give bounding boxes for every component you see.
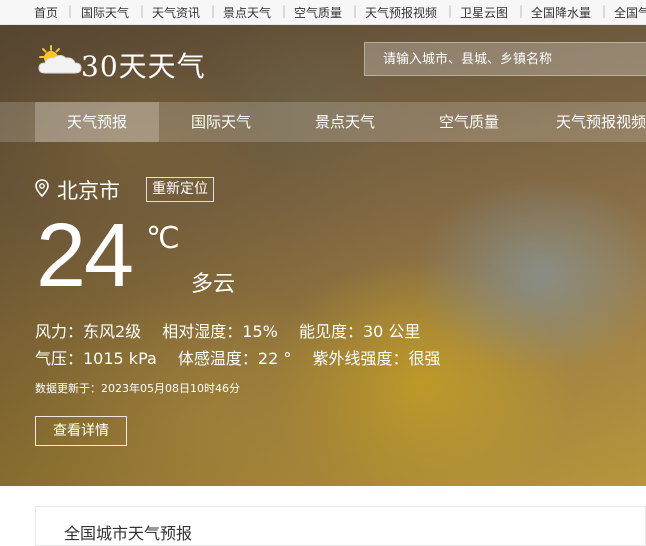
update-timestamp: 数据更新于：2023年05月08日10时46分	[35, 382, 240, 395]
relocate-button[interactable]: 重新定位	[146, 177, 214, 202]
city-forecast-card: 全国城市天气预报	[35, 506, 646, 546]
tab-intl-weather[interactable]: 国际天气	[159, 102, 283, 142]
top-nav-separator: |	[353, 4, 358, 18]
view-details-button[interactable]: 查看详情	[35, 416, 127, 446]
weather-hero: 30天天气 天气预报 国际天气 景点天气 空气质量 天气预报视频 北京市 重新定…	[0, 25, 646, 486]
tab-scenic-weather[interactable]: 景点天气	[283, 102, 407, 142]
sun-cloud-icon	[38, 45, 82, 74]
top-nav-item-weather-news[interactable]: 天气资讯	[152, 4, 200, 21]
top-nav-item-precipitation[interactable]: 全国降水量	[531, 4, 591, 21]
humidity-info: 相对湿度：15%	[162, 322, 278, 341]
search-box	[364, 42, 646, 76]
city-name: 北京市	[57, 179, 120, 203]
top-nav-separator: |	[211, 4, 216, 18]
logo-text: 30天天气	[81, 50, 206, 83]
temperature-unit: ℃	[146, 221, 180, 256]
tab-forecast-video[interactable]: 天气预报视频	[531, 102, 646, 142]
weather-details-row: 气压：1015 kPa 体感温度：22 ° 紫外线强度：很强	[35, 345, 456, 369]
top-nav-item-air-quality[interactable]: 空气质量	[294, 4, 342, 21]
top-nav-separator: |	[448, 4, 453, 18]
weather-condition: 多云	[191, 272, 236, 297]
pressure-info: 气压：1015 kPa	[35, 349, 157, 368]
current-temperature: 24	[36, 206, 134, 306]
top-nav-item-intl-weather[interactable]: 国际天气	[81, 4, 129, 21]
top-nav-item-scenic-weather[interactable]: 景点天气	[223, 4, 271, 21]
weather-details-row: 风力：东风2级 相对湿度：15% 能见度：30 公里	[35, 318, 436, 342]
uv-info: 紫外线强度：很强	[312, 349, 441, 368]
top-nav-separator: |	[282, 4, 287, 18]
visibility-info: 能见度：30 公里	[298, 322, 421, 341]
tab-air-quality[interactable]: 空气质量	[407, 102, 531, 142]
top-nav-item-more[interactable]: 全国气	[614, 4, 646, 21]
top-nav: 首页 | 国际天气 | 天气资讯 | 景点天气 | 空气质量 | 天气预报视频 …	[0, 0, 646, 25]
top-nav-separator: |	[519, 4, 524, 18]
card-title: 全国城市天气预报	[64, 524, 193, 543]
wind-info: 风力：东风2级	[35, 322, 142, 341]
search-input[interactable]	[365, 43, 646, 75]
top-nav-separator: |	[602, 4, 607, 18]
top-nav-item-home[interactable]: 首页	[34, 4, 58, 21]
tab-forecast[interactable]: 天气预报	[35, 102, 159, 142]
top-nav-separator: |	[68, 4, 73, 18]
main-nav: 天气预报 国际天气 景点天气 空气质量 天气预报视频	[0, 102, 646, 142]
location-pin-icon	[35, 179, 49, 197]
top-nav-item-forecast-video[interactable]: 天气预报视频	[365, 4, 437, 21]
feels-like-info: 体感温度：22 °	[177, 349, 292, 368]
top-nav-separator: |	[140, 4, 145, 18]
top-nav-item-satellite[interactable]: 卫星云图	[460, 4, 508, 21]
